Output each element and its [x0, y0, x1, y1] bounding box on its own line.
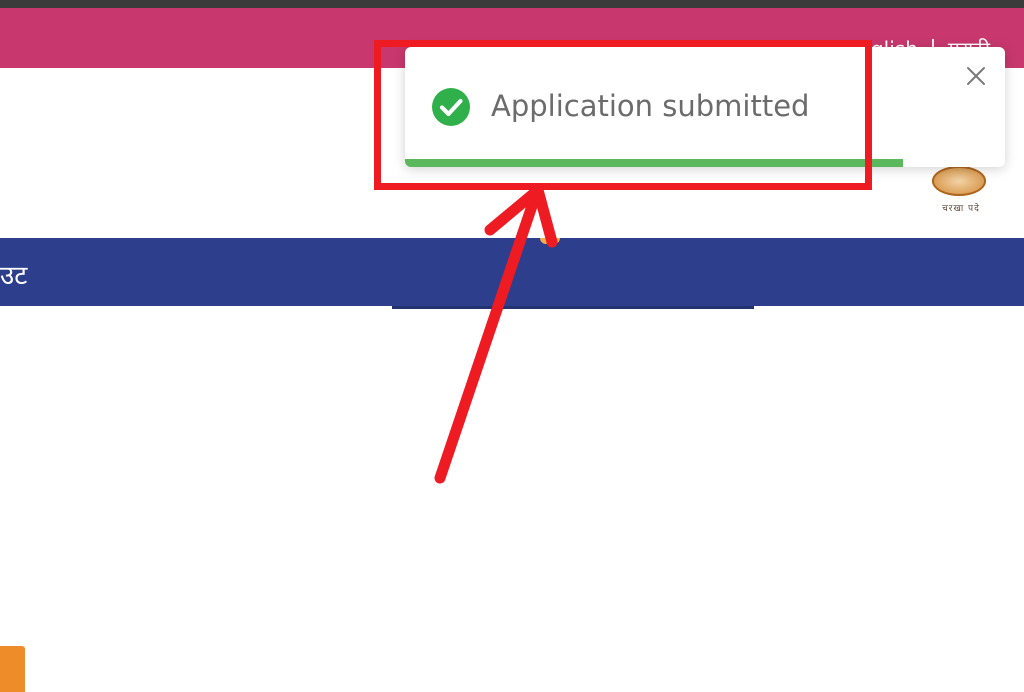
annotation-highlight-box: [374, 40, 872, 190]
nav-underline: [392, 306, 754, 309]
main-nav-bar: उट: [0, 238, 1024, 306]
nav-active-indicator: [540, 238, 560, 244]
emblem-icon: [932, 166, 986, 196]
close-icon[interactable]: [965, 65, 987, 87]
logo-caption: चरखा पदे: [942, 204, 980, 214]
site-logo: चरखा पदे: [924, 164, 996, 220]
nav-item-logout[interactable]: उट: [0, 256, 27, 292]
floating-action-button[interactable]: [0, 646, 25, 692]
